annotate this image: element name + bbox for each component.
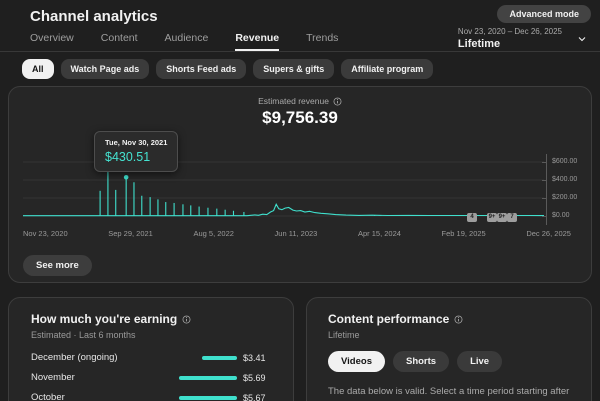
- earnings-bar-track: [179, 396, 237, 400]
- earnings-month-label: November: [31, 372, 179, 383]
- tooltip-value: $430.51: [105, 150, 167, 164]
- date-range-value: Nov 23, 2020 – Dec 26, 2025: [458, 27, 562, 36]
- earnings-card: How much you're earning Estimated · Last…: [8, 297, 294, 401]
- page-title: Channel analytics: [30, 8, 158, 25]
- chart-tooltip: Tue, Nov 30, 2021 $430.51: [94, 131, 178, 172]
- chip-watch-page-ads[interactable]: Watch Page ads: [61, 59, 150, 79]
- tab-content[interactable]: Content: [101, 32, 138, 51]
- chevron-down-icon: [576, 33, 588, 45]
- earnings-card-subtitle: Estimated · Last 6 months: [31, 330, 271, 340]
- earnings-amount: $5.69: [243, 373, 271, 383]
- y-tick-label: $200.00: [552, 194, 577, 201]
- y-axis-tick: [542, 216, 546, 217]
- tab-trends[interactable]: Trends: [306, 32, 338, 51]
- info-icon: [333, 97, 342, 106]
- x-tick-label: Aug 5, 2022: [193, 229, 233, 238]
- metric-label: Estimated revenue: [258, 96, 329, 106]
- content-card-note: The data below is valid. Select a time p…: [328, 385, 580, 401]
- earnings-amount: $5.67: [243, 393, 271, 401]
- tab-revenue[interactable]: Revenue: [235, 32, 279, 51]
- y-tick-label: $400.00: [552, 176, 577, 183]
- earnings-bar: [179, 396, 237, 400]
- metric-header: Estimated revenue: [9, 96, 591, 106]
- revenue-filter-chips: All Watch Page ads Shorts Feed ads Supers &…: [22, 59, 433, 79]
- x-tick-label: Jun 11, 2023: [275, 229, 318, 238]
- video-marker-badge[interactable]: 9+: [497, 213, 507, 222]
- earnings-month-label: December (ongoing): [31, 352, 179, 363]
- metric-value: $9,756.39: [9, 108, 591, 128]
- earnings-bar: [202, 356, 237, 360]
- earnings-card-title: How much you're earning: [31, 312, 177, 326]
- earnings-card-header: How much you're earning: [31, 312, 271, 326]
- analytics-tab-row: Overview Content Audience Revenue Trends Nov…: [0, 30, 600, 52]
- tab-overview[interactable]: Overview: [30, 32, 74, 51]
- video-marker-badge[interactable]: 4: [467, 213, 477, 222]
- advanced-mode-button[interactable]: Advanced mode: [497, 5, 591, 23]
- x-tick-label: Nov 23, 2020: [23, 229, 68, 238]
- video-marker-badge[interactable]: 7: [507, 213, 517, 222]
- content-card-title: Content performance: [328, 312, 449, 326]
- chip-all[interactable]: All: [22, 59, 54, 79]
- date-range-text: Nov 23, 2020 – Dec 26, 2025 Lifetime: [458, 27, 562, 50]
- y-axis-tick: [542, 180, 546, 181]
- content-tab-shorts[interactable]: Shorts: [393, 351, 449, 372]
- x-tick-label: Feb 19, 2025: [442, 229, 486, 238]
- earnings-row: November $5.69: [31, 373, 271, 382]
- revenue-chart-card: Estimated revenue $9,756.39 Tue, Nov 30,…: [8, 86, 592, 283]
- info-icon: [454, 315, 463, 324]
- earnings-rows: December (ongoing) $3.41 November $5.69 Octo…: [31, 353, 271, 401]
- date-range-selector[interactable]: Nov 23, 2020 – Dec 26, 2025 Lifetime: [458, 27, 588, 50]
- tooltip-date: Tue, Nov 30, 2021: [105, 138, 167, 147]
- content-tab-live[interactable]: Live: [457, 351, 502, 372]
- y-axis-tick: [542, 198, 546, 199]
- content-card-header: Content performance: [328, 312, 570, 326]
- earnings-row: October $5.67: [31, 393, 271, 401]
- y-axis-tick: [542, 162, 546, 163]
- content-performance-card: Content performance Lifetime Videos Short…: [306, 297, 592, 401]
- earnings-amount: $3.41: [243, 353, 271, 363]
- earnings-bar-track: [179, 376, 237, 380]
- info-icon: [182, 315, 191, 324]
- x-axis-labels: Nov 23, 2020 Sep 29, 2021 Aug 5, 2022 Jun 1…: [23, 229, 571, 238]
- date-range-preset: Lifetime: [458, 38, 562, 50]
- content-tab-videos[interactable]: Videos: [328, 351, 385, 372]
- earnings-row: December (ongoing) $3.41: [31, 353, 271, 362]
- chip-supers-gifts[interactable]: Supers & gifts: [253, 59, 334, 79]
- y-axis-line: [546, 154, 547, 225]
- y-tick-label: $0.00: [552, 212, 570, 219]
- video-marker-badge[interactable]: 9+: [487, 213, 497, 222]
- y-axis-labels: $600.00 $400.00 $200.00 $0.00: [552, 156, 592, 220]
- see-more-button[interactable]: See more: [23, 255, 92, 276]
- x-tick-label: Apr 15, 2024: [358, 229, 401, 238]
- earnings-bar-track: [179, 356, 237, 360]
- y-tick-label: $600.00: [552, 158, 577, 165]
- chip-affiliate-program[interactable]: Affiliate program: [341, 59, 433, 79]
- earnings-month-label: October: [31, 392, 179, 401]
- x-tick-label: Dec 26, 2025: [526, 229, 571, 238]
- earnings-bar: [179, 376, 237, 380]
- content-card-subtitle: Lifetime: [328, 330, 570, 340]
- content-type-tabs: Videos Shorts Live: [328, 351, 570, 372]
- x-tick-label: Sep 29, 2021: [108, 229, 153, 238]
- tab-audience[interactable]: Audience: [165, 32, 209, 51]
- chip-shorts-feed-ads[interactable]: Shorts Feed ads: [156, 59, 246, 79]
